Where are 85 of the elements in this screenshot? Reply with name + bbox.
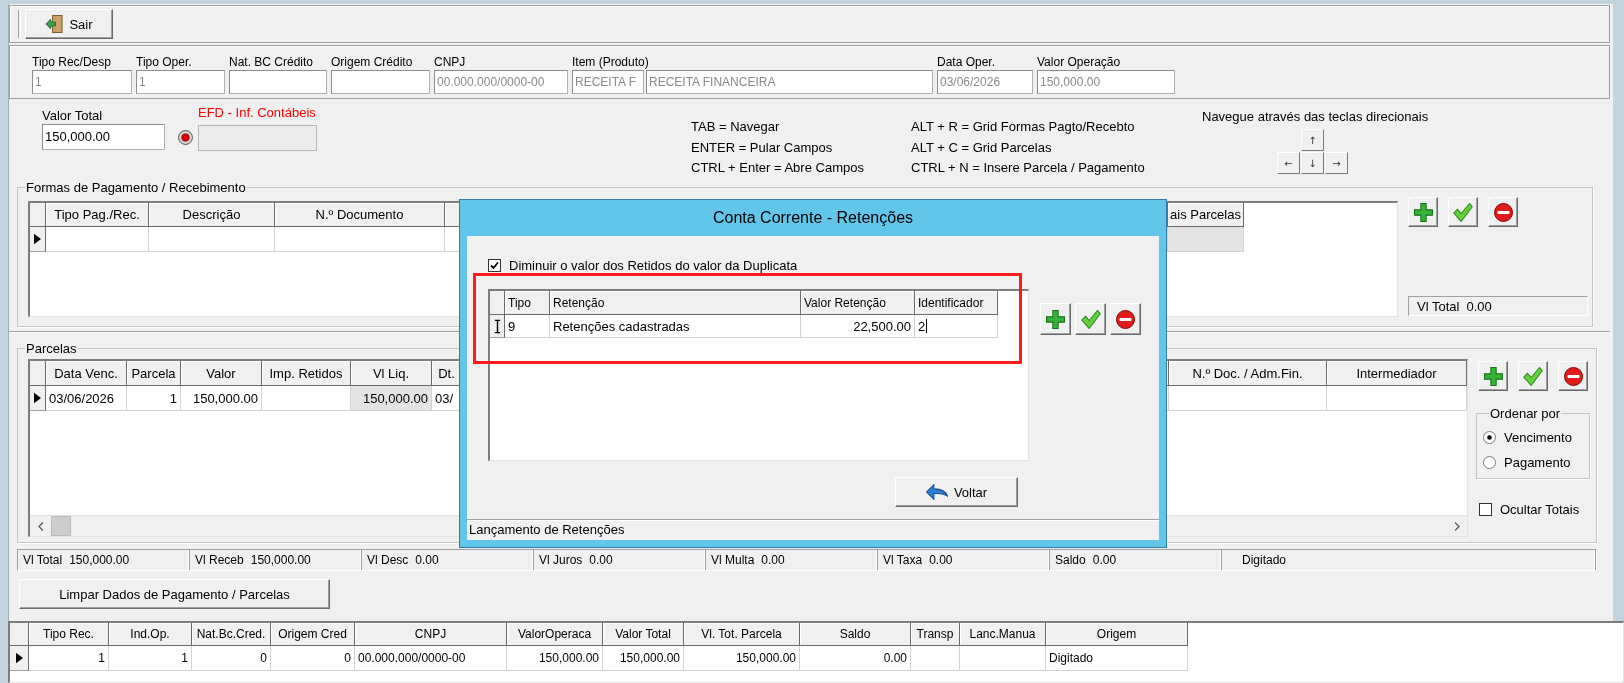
column-header: ValorOperaca xyxy=(507,623,603,646)
shortcut-text: ALT + C = Grid Parcelas xyxy=(911,138,1052,157)
total-label: Vl Total xyxy=(1417,298,1460,314)
field-label: EFD - Inf. Contábeis xyxy=(198,106,316,120)
total-value: 0.00 xyxy=(761,553,785,567)
table-cell: 0 xyxy=(192,646,271,671)
column-header: N.º Doc. / Adm.Fin. xyxy=(1169,361,1327,386)
group-title: Formas de Pagamento / Recebimento xyxy=(25,180,247,195)
column-header: Lanc.Manua xyxy=(960,623,1046,646)
field-label: Tipo Oper. xyxy=(136,55,192,69)
total-value: 0.00 xyxy=(1466,298,1492,314)
entry-status: Digitado xyxy=(1242,553,1287,567)
table-cell: 150,000.00 xyxy=(351,386,432,411)
total-value: 150,000.00 xyxy=(250,553,311,567)
column-header: Ind.Op. xyxy=(109,623,192,646)
group-title: Ordenar por xyxy=(1489,406,1562,421)
column-header: CNPJ xyxy=(355,623,507,646)
column-header: Intermediador xyxy=(1327,361,1467,386)
table-cell: 0.00 xyxy=(800,646,911,671)
column-header: Tipo Rec. xyxy=(29,623,109,646)
field-label: Item (Produto) xyxy=(572,55,649,69)
column-header: Valor Total xyxy=(603,623,684,646)
column-header: Descrição xyxy=(149,203,275,227)
field-label: Valor Operação xyxy=(1037,55,1121,69)
total-label: Saldo xyxy=(1055,553,1086,567)
total-label: Vl Taxa xyxy=(883,553,923,567)
shortcut-text: TAB = Navegar xyxy=(691,118,780,136)
total-label: Vl Total xyxy=(23,553,63,567)
shortcut-text: ENTER = Pular Campos xyxy=(691,138,833,157)
column-header: Valor xyxy=(181,361,262,386)
field-label: Origem Crédito xyxy=(331,55,413,69)
total-value: 0.00 xyxy=(1092,553,1117,567)
column-header: Data Venc. xyxy=(46,361,127,386)
status-bar: Lançamento de Retenções xyxy=(467,519,1159,540)
field-label: Data Oper. xyxy=(937,55,996,69)
table-cell: 03/06/2026 xyxy=(46,386,127,411)
table-cell: 150,000.00 xyxy=(507,646,603,671)
field-label: CNPJ xyxy=(434,55,466,69)
shortcut-text: CTRL + Enter = Abre Campos xyxy=(691,159,864,177)
total-label: Vl Desc xyxy=(367,553,409,567)
table-cell: 0 xyxy=(271,646,355,671)
table-cell: 150,000.00 xyxy=(181,386,262,411)
table-cell: Digitado xyxy=(1046,646,1188,671)
column-header: Retenção xyxy=(550,291,801,315)
total-value: 0.00 xyxy=(929,553,953,567)
column-header: Parcela xyxy=(127,361,181,386)
table-cell: 22,500.00 xyxy=(801,315,915,338)
total-label: Vl Multa xyxy=(711,553,755,567)
column-header: Transp xyxy=(911,623,960,646)
shortcut-text: ALT + R = Grid Formas Pagto/Recebto xyxy=(911,118,1135,136)
table-cell: 150,000.00 xyxy=(603,646,684,671)
column-header: Identificador xyxy=(915,291,998,315)
field-label: Valor Total xyxy=(42,109,103,123)
total-value: 0.00 xyxy=(589,553,613,567)
column-header: Tipo xyxy=(505,291,550,315)
field-label: Nat. BC Crédito xyxy=(229,55,314,69)
total-value: 150,000.00 xyxy=(69,553,130,567)
column-header: Dt. xyxy=(432,361,462,386)
column-header: Nat.Bc.Cred. xyxy=(192,623,271,646)
column-header: Valor Retenção xyxy=(801,291,915,315)
table-cell: 00.000.000/0000-00 xyxy=(355,646,507,671)
table-cell: 1 xyxy=(127,386,181,411)
column-header: Tipo Pag./Rec. xyxy=(46,203,149,227)
table-cell: 150,000.00 xyxy=(684,646,800,671)
group-title: Parcelas xyxy=(25,341,78,356)
table-cell: 1 xyxy=(29,646,109,671)
navigation-hint: Navegue através das teclas direcionais xyxy=(1202,109,1429,124)
column-header: Origem Cred xyxy=(271,623,355,646)
column-header: Origem xyxy=(1046,623,1188,646)
total-label: Vl Receb xyxy=(195,553,244,567)
total-label: Vl Juros xyxy=(539,553,583,567)
column-header: Vl Liq. xyxy=(351,361,432,386)
field-label: Tipo Rec/Desp xyxy=(32,55,111,69)
column-header: N.º Documento xyxy=(275,203,445,227)
total-value: 0.00 xyxy=(415,553,439,567)
column-header: Vl. Tot. Parcela xyxy=(684,623,800,646)
shortcut-text: CTRL + N = Insere Parcela / Pagamento xyxy=(911,159,1145,177)
table-cell: 2 xyxy=(915,315,998,338)
column-header: ais Parcelas xyxy=(1168,203,1244,227)
column-header: Saldo xyxy=(800,623,911,646)
table-cell: Retenções cadastradas xyxy=(550,315,801,338)
column-header: Imp. Retidos xyxy=(262,361,351,386)
table-cell: 9 xyxy=(505,315,550,338)
dialog-title: Conta Corrente - Retenções xyxy=(712,209,914,227)
table-cell: 1 xyxy=(109,646,192,671)
